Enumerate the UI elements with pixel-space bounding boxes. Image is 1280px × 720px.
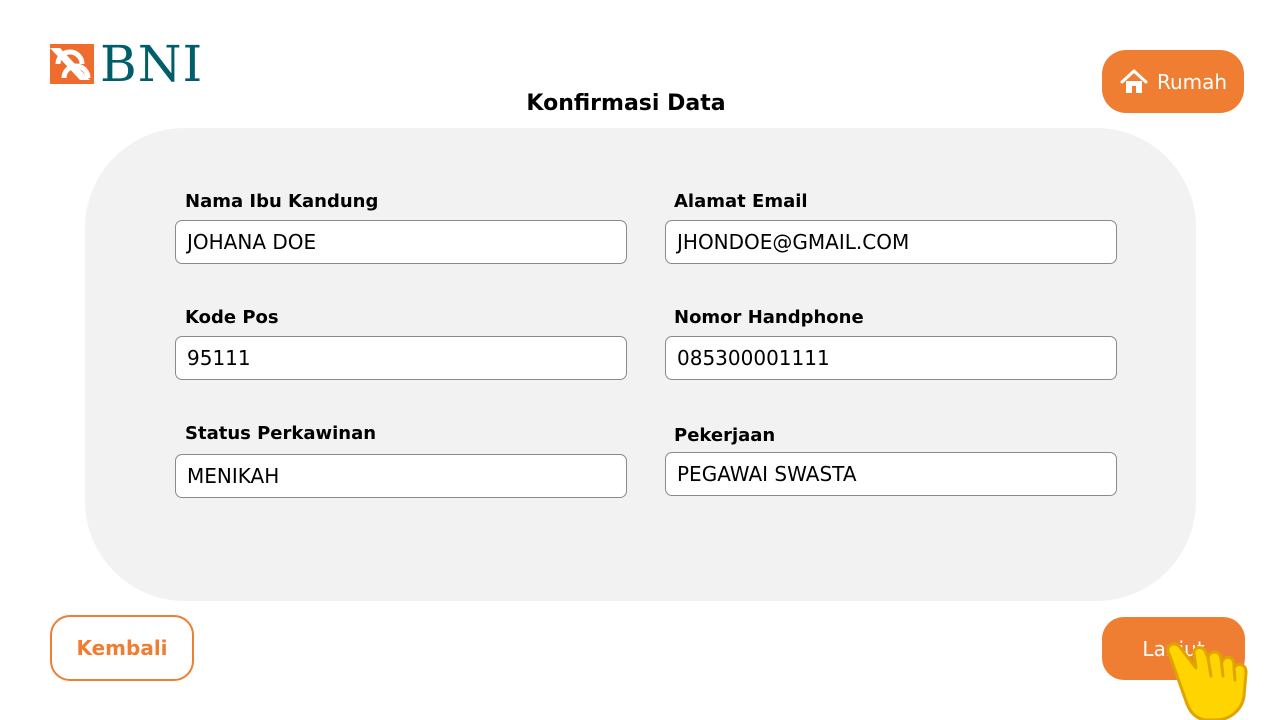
home-icon [1120,69,1148,93]
mother-name-field[interactable]: JOHANA DOE [175,220,627,264]
mother-name-label: Nama Ibu Kandung [185,191,379,212]
next-button[interactable]: Lanjut [1102,617,1245,680]
marital-status-label: Status Perkawinan [185,423,377,444]
email-field[interactable]: JHONDOE@GMAIL.COM [665,220,1117,264]
bni-logo-text: BNI [100,35,204,93]
occupation-label: Pekerjaan [674,425,776,446]
bni-logo-mark-icon [50,44,94,84]
back-button[interactable]: Kembali [50,615,194,681]
page-title: Konfirmasi Data [526,91,726,116]
email-label: Alamat Email [674,191,808,212]
postal-code-label: Kode Pos [185,307,279,328]
home-button[interactable]: Rumah [1102,50,1244,113]
phone-field[interactable]: 085300001111 [665,336,1117,380]
bni-logo: BNI [50,35,210,93]
postal-code-field[interactable]: 95111 [175,336,627,380]
phone-label: Nomor Handphone [674,307,864,328]
occupation-field[interactable]: PEGAWAI SWASTA [665,452,1117,496]
marital-status-field[interactable]: MENIKAH [175,454,627,498]
home-button-label: Rumah [1156,69,1228,94]
